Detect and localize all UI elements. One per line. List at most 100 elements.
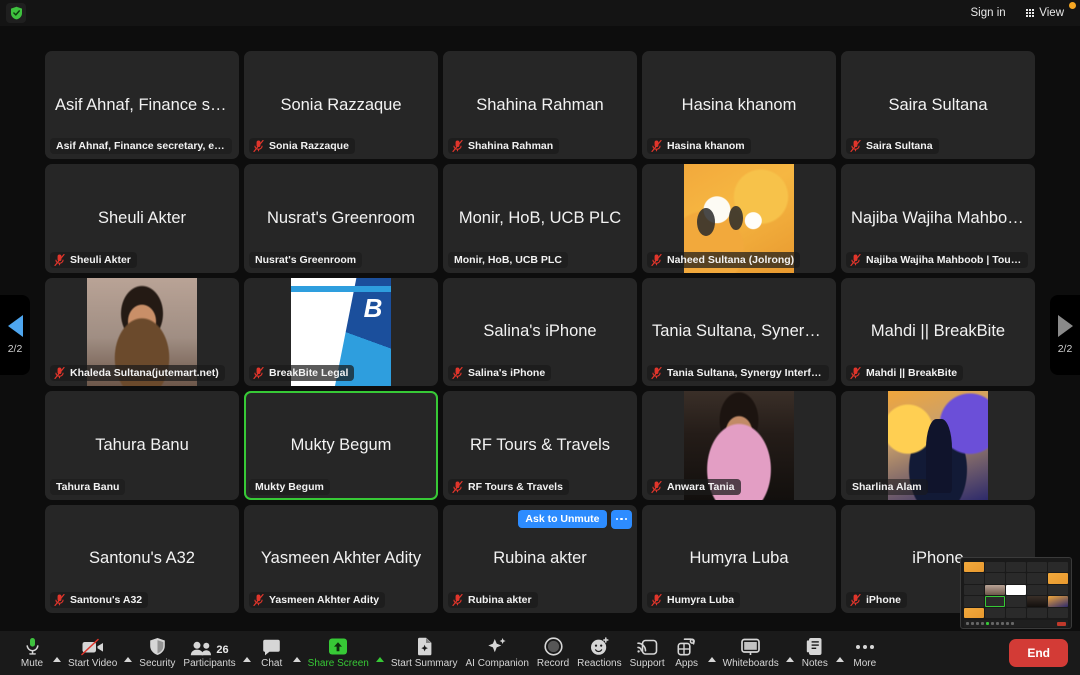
toolbar-apps-button[interactable]: Apps [669,632,705,674]
participant-tile[interactable]: Monir, HoB, UCB PLC Monir, HoB, UCB PLC [443,164,637,273]
toolbar-notes-button[interactable]: Notes [797,632,833,674]
participant-tile[interactable]: Yasmeen Akhter Adity Yasmeen Akhter Adit… [244,504,438,613]
participant-tile[interactable]: Naheed Sultana (Jolrong) [642,164,836,273]
participant-tile[interactable]: Saira Sultana Saira Sultana [841,51,1035,160]
view-label: View [1039,7,1064,19]
participant-tile[interactable]: Hasina khanom Hasina khanom [642,51,836,160]
participant-label-text: Sharlina Alam [852,480,922,493]
participant-tile[interactable]: Khaleda Sultana(jutemart.net) [45,277,239,387]
shield-check-icon [10,6,22,20]
view-button[interactable]: View [1018,4,1072,22]
toolbar-start-summary-button[interactable]: Start Summary [387,632,462,674]
toolbar-ai-companion-button[interactable]: AI Companion [462,632,533,674]
toolbar-chat-chevron-up-icon[interactable] [290,632,304,674]
participant-tile[interactable]: Sonia Razzaque Sonia Razzaque [244,51,438,160]
meeting-top-bar: Sign in View [0,0,1080,26]
participant-label-text: Anwara Tania [667,480,735,493]
participant-tile[interactable]: Shahina Rahman Shahina Rahman [443,51,637,160]
participant-tile[interactable]: Nusrat's Greenroom Nusrat's Greenroom [244,164,438,273]
participant-name-label: Najiba Wajiha Mahboob | Toureela [846,251,1028,268]
toolbar-support-button[interactable]: Support [626,632,669,674]
participant-tile[interactable]: Salina's iPhone Salina's iPhone [443,277,637,387]
sparkle-icon [488,638,506,653]
toolbar-mute-button[interactable]: Mute [14,632,50,674]
encryption-status-button[interactable] [6,3,26,23]
preview-mini-toolbar [964,620,1068,627]
sign-in-button[interactable]: Sign in [963,4,1014,22]
share-screen-icon-wrap [328,637,348,656]
preview-cell [1027,607,1047,618]
participant-tile[interactable]: Mahdi || BreakBite Mahdi || BreakBite [841,277,1035,387]
participant-tile[interactable]: Humyra Luba Humyra Luba [642,504,836,613]
apps-icon [677,638,696,656]
participant-tile[interactable]: Santonu's A32 Santonu's A32 [45,504,239,613]
preview-cell [964,562,984,573]
participant-tile[interactable]: Mukty Begum Mukty Begum [244,391,438,500]
participant-label-text: Saira Sultana [866,140,933,153]
sparkle-icon-wrap [487,637,507,656]
toolbar-participants-button[interactable]: 26 Participants [179,632,239,674]
toolbar-more-button[interactable]: More [847,632,883,674]
mic-muted-icon [452,367,463,380]
toolbar-share-screen-chevron-up-icon[interactable] [373,632,387,674]
toolbar-whiteboards-button[interactable]: Whiteboards [719,632,783,674]
mic-muted-icon [651,367,662,380]
toolbar-start-video-button[interactable]: Start Video [64,632,121,674]
toolbar-security-button[interactable]: Security [135,632,179,674]
participant-label-text: Khaleda Sultana(jutemart.net) [70,367,219,380]
ask-to-unmute-button[interactable]: Ask to Unmute [518,510,607,529]
toolbar-mute-chevron-up-icon[interactable] [50,632,64,674]
toolbar-record-button[interactable]: Record [533,632,573,674]
toolbar-participants-chevron-up-icon[interactable] [240,632,254,674]
participant-label-text: Najiba Wajiha Mahboob | Toureela [866,253,1022,266]
toolbar-item-label: Apps [675,658,699,669]
participant-label-text: Nusrat's Greenroom [255,253,357,266]
preview-cell [1006,584,1026,596]
participant-tile[interactable]: Tahura Banu Tahura Banu [45,391,239,500]
toolbar-chat-button[interactable]: Chat [254,632,290,674]
tile-more-options-button[interactable] [610,509,632,529]
previous-page-button[interactable]: 2/2 [0,295,30,375]
mic-muted-icon [651,480,662,493]
participant-display-name: RF Tours & Travels [470,435,610,454]
toolbar-item-label: Start Summary [390,658,458,669]
participant-display-name: Salina's iPhone [483,322,597,341]
summary-doc-icon [417,637,432,656]
mic-muted-icon [850,253,861,266]
participant-tile[interactable]: Najiba Wajiha Mahboob... Najiba Wajiha M… [841,164,1035,273]
participant-label-text: Mukty Begum [255,480,324,493]
toolbar-apps-chevron-up-icon[interactable] [705,632,719,674]
toolbar-item-label: Security [139,658,176,669]
participant-name-label: Yasmeen Akhter Adity [249,592,386,608]
next-page-button[interactable]: 2/2 [1050,295,1080,375]
participant-tile[interactable]: Rubina akter Ask to Unmute Rubina akter [443,504,637,613]
participant-label-text: Tahura Banu [56,480,120,493]
mic-muted-icon [850,594,861,606]
participant-tile[interactable]: RF Tours & Travels RF Tours & Travels [443,391,637,500]
participant-tile[interactable]: Asif Ahnaf, Finance secr... Asif Ahnaf, … [45,51,239,160]
top-bar-right-controls: Sign in View [963,0,1072,26]
participant-display-name: Tania Sultana, Synergy I... [652,322,836,341]
participant-tile[interactable]: Sharlina Alam [841,391,1035,500]
participant-label-text: Hasina khanom [667,140,745,153]
mic-muted-icon [452,594,463,606]
participant-tile[interactable]: BreakBite Legal [244,277,438,387]
toolbar-start-video-chevron-up-icon[interactable] [121,632,135,674]
toolbar-item-label: Reactions [577,658,622,669]
chevron-up-icon [242,657,251,662]
toolbar-share-screen-button[interactable]: Share Screen [304,632,373,674]
whiteboard-icon-wrap [740,637,761,656]
participant-tile[interactable]: Anwara Tania [642,391,836,500]
preview-cell [1048,562,1068,573]
end-meeting-button[interactable]: End [1009,639,1068,667]
whiteboard-icon [741,638,761,655]
participant-tile[interactable]: Tania Sultana, Synergy I... Tania Sultan… [642,277,836,387]
screen-share-preview-thumbnail[interactable] [960,557,1072,629]
toolbar-notes-chevron-up-icon[interactable] [833,632,847,674]
preview-cell [964,573,984,584]
toolbar-whiteboards-chevron-up-icon[interactable] [783,632,797,674]
toolbar-reactions-button[interactable]: Reactions [573,632,625,674]
participant-tile[interactable]: Sheuli Akter Sheuli Akter [45,164,239,273]
preview-cell [1006,607,1026,618]
preview-cell [964,607,984,618]
